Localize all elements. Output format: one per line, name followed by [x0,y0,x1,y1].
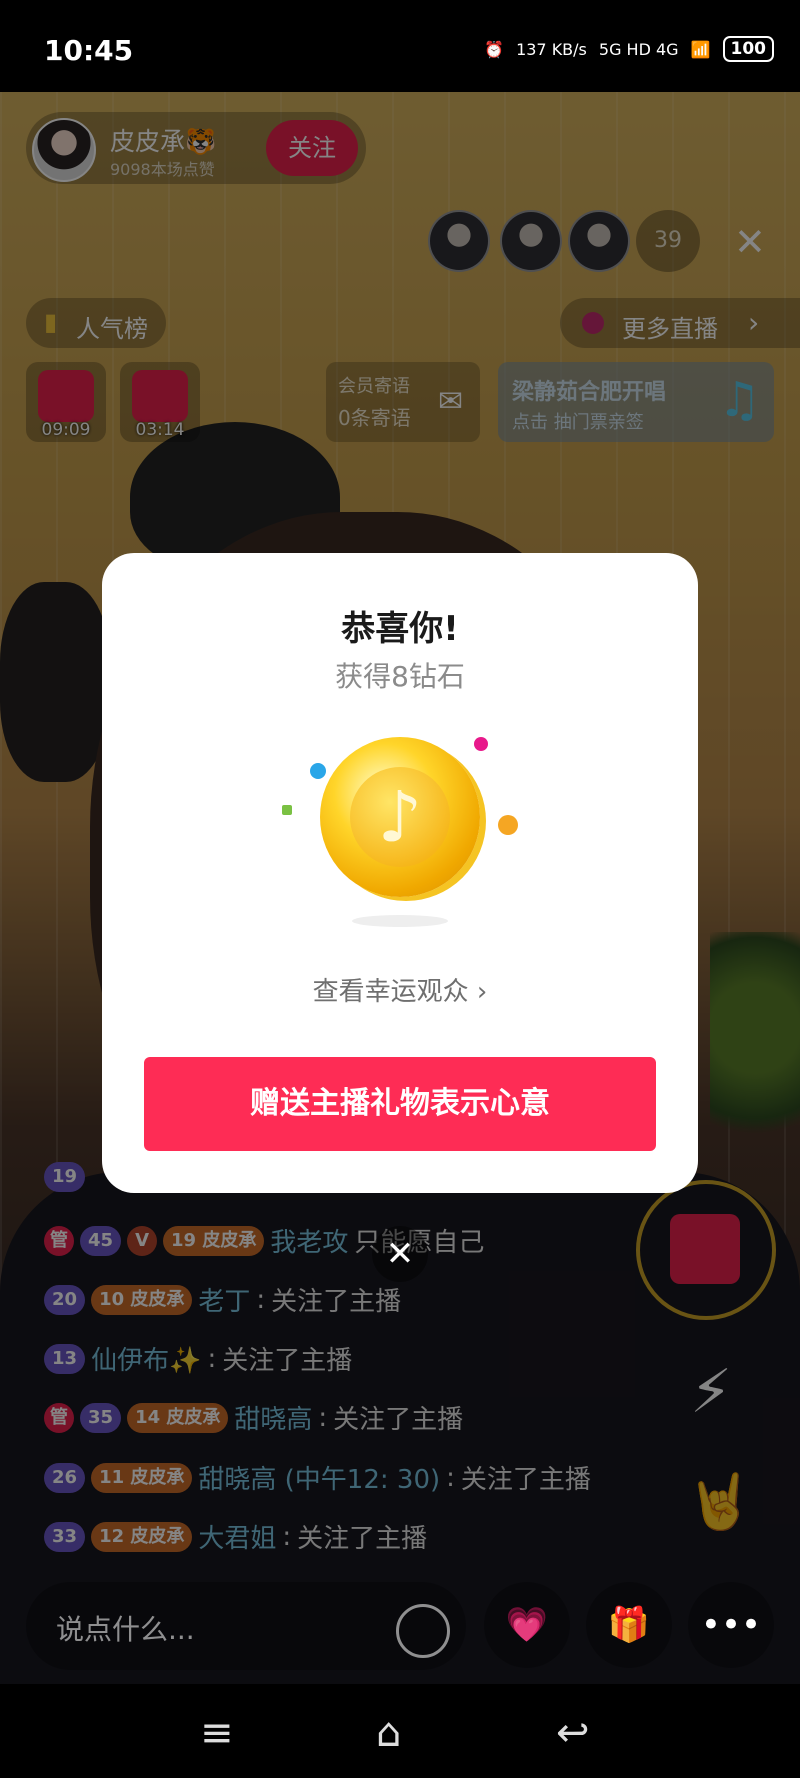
confetti-icon [498,815,518,835]
dialog-subtitle: 获得8钻石 [335,660,465,693]
lucky-audience-link[interactable]: 查看幸运观众 › [102,971,698,1008]
like-button[interactable]: 💗 [484,1582,570,1668]
alarm-icon: ⏰ [484,39,505,59]
dialog-title: 恭喜你! [341,609,459,649]
wifi-icon: 📶 [690,39,711,59]
coin-logo: ♪ [350,767,450,867]
back-icon[interactable]: ↩ [556,1710,590,1756]
confetti-icon [310,763,326,779]
status-bar: 10:45 ⏰ 137 KB/s 5G HD 4G 📶 100 [0,0,800,92]
status-icons: ⏰ 137 KB/s 5G HD 4G 📶 100 [484,36,774,62]
confetti-icon [282,805,292,815]
network-label: 5G HD 4G [598,39,679,59]
send-gift-button[interactable]: 赠送主播礼物表示心意 [144,1057,656,1151]
gift-icon: 🎁 [607,1605,651,1645]
home-icon[interactable]: ⌂ [376,1710,401,1756]
coin-shadow [352,915,448,927]
dialog-close-icon[interactable]: ✕ [372,1226,428,1282]
more-dots-icon: ••• [700,1605,762,1645]
reward-dialog: 恭喜你! 获得8钻石 ♪ 查看幸运观众 › 赠送主播礼物表示心意 [102,553,698,1193]
gift-button[interactable]: 🎁 [586,1582,672,1668]
heart-icon: 💗 [505,1605,549,1645]
confetti-icon [474,737,488,751]
comment-placeholder: 说点什么... [56,1613,195,1646]
more-button[interactable]: ••• [688,1582,774,1668]
emoji-icon[interactable] [396,1604,450,1658]
net-speed: 137 KB/s [516,39,587,59]
status-time: 10:45 [44,34,134,67]
system-nav-bar: ≡ ⌂ ↩ [0,1684,800,1778]
coin-icon: ♪ [320,737,480,897]
battery-indicator: 100 [722,36,774,62]
menu-icon[interactable]: ≡ [200,1710,234,1756]
